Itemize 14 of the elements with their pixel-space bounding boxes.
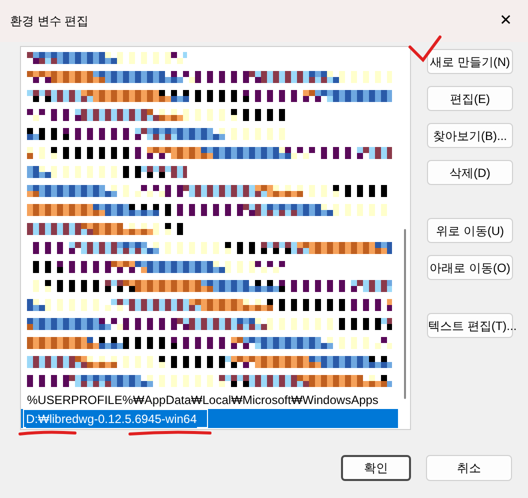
- scrollbar[interactable]: [404, 229, 406, 399]
- close-button[interactable]: ✕: [494, 9, 518, 33]
- underline-annotation: [18, 430, 76, 436]
- action-button[interactable]: 새로 만들기(N): [427, 49, 513, 74]
- action-button[interactable]: 삭제(D): [427, 160, 513, 185]
- action-button[interactable]: 아래로 이동(O): [427, 255, 513, 280]
- ok-button[interactable]: 확인: [341, 455, 411, 481]
- window-title: 환경 변수 편집: [10, 13, 89, 30]
- input-field[interactable]: D:₩libredwg-0.12.5.6945-win64: [23, 409, 208, 428]
- action-button[interactable]: 위로 이동(U): [427, 218, 513, 243]
- action-button[interactable]: 찾아보기(B)...: [427, 123, 513, 148]
- action-button[interactable]: 편집(E): [427, 86, 513, 111]
- cancel-button[interactable]: 취소: [426, 455, 512, 481]
- list-row[interactable]: D:₩libredwg-0.12.5.6945-win64: [21, 409, 398, 428]
